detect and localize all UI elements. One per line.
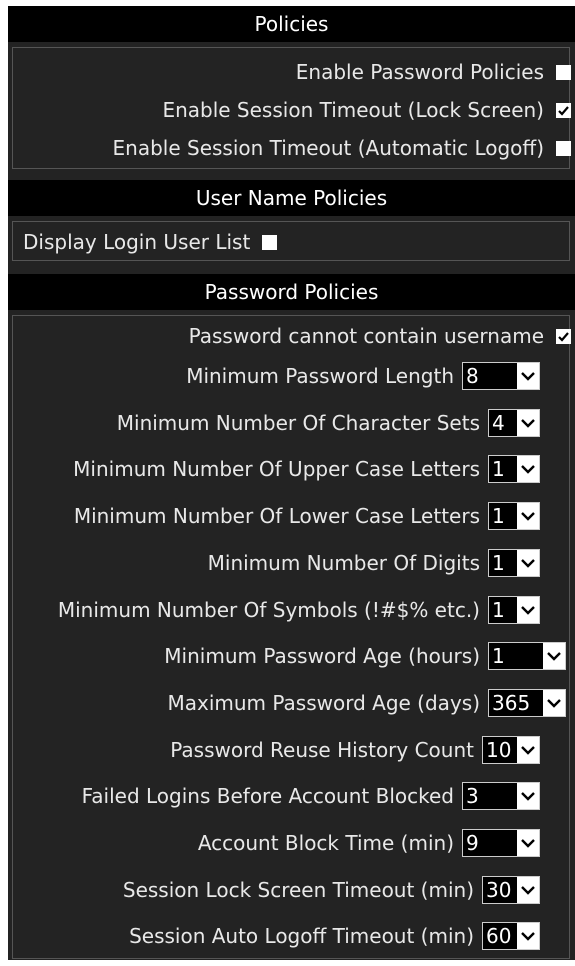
chevron-down-icon[interactable] [517,830,539,856]
password-policies-body: Password cannot contain username Minimum… [12,315,571,959]
password-policies-title: Password Policies [204,280,379,304]
no-username-label: Password cannot contain username [188,324,544,348]
chevron-down-icon[interactable] [517,737,539,763]
enable-auto-logoff-row: Enable Session Timeout (Automatic Logoff… [13,128,575,168]
password-policy-label: Minimum Password Length [186,364,454,388]
password-policy-label: Minimum Number Of Character Sets [116,411,480,435]
password-policy-select[interactable]: 1 [488,502,540,530]
enable-password-policies-label: Enable Password Policies [295,60,544,84]
password-policy-row: Minimum Number Of Digits 1 [13,543,571,583]
password-policy-select[interactable]: 30 [482,876,540,904]
select-value: 1 [489,643,543,669]
password-policy-label: Password Reuse History Count [170,738,474,762]
password-policy-row: Failed Logins Before Account Blocked 3 [13,776,571,816]
password-policy-row: Minimum Password Length 8 [13,356,571,396]
no-username-row: Password cannot contain username [13,316,575,356]
password-policy-label: Maximum Password Age (days) [167,691,480,715]
chevron-down-icon[interactable] [517,550,539,576]
password-policy-row: Minimum Number Of Character Sets 4 [13,403,571,443]
select-value: 1 [489,550,517,576]
chevron-down-icon[interactable] [517,456,539,482]
chevron-down-icon[interactable] [517,783,539,809]
policies-section: Policies Enable Password Policies Enable… [8,6,575,172]
password-policy-row: Minimum Number Of Symbols (!#$% etc.) 1 [13,590,571,630]
enable-auto-logoff-label: Enable Session Timeout (Automatic Logoff… [112,136,544,160]
select-value: 365 [489,690,543,716]
password-policy-label: Minimum Number Of Digits [207,551,480,575]
select-value: 30 [483,877,517,903]
display-login-user-list-checkbox[interactable] [262,234,278,250]
password-policy-label: Minimum Number Of Upper Case Letters [73,457,480,481]
checkmark-icon [558,331,569,342]
select-value: 1 [489,456,517,482]
policies-header: Policies [8,6,575,42]
password-policy-row: Minimum Password Age (hours) 1 [13,636,571,676]
password-policy-label: Session Lock Screen Timeout (min) [122,878,474,902]
select-value: 4 [489,410,517,436]
password-policy-row: Account Block Time (min) 9 [13,823,571,863]
chevron-down-icon[interactable] [543,643,565,669]
password-policy-select[interactable]: 1 [488,455,540,483]
chevron-down-icon[interactable] [517,503,539,529]
enable-lock-screen-row: Enable Session Timeout (Lock Screen) [13,90,575,130]
password-policy-select[interactable]: 9 [462,829,540,857]
password-policy-label: Account Block Time (min) [197,831,454,855]
enable-password-policies-checkbox[interactable] [556,64,571,80]
user-name-policies-header: User Name Policies [8,180,575,216]
user-name-policies-section: User Name Policies Display Login User Li… [8,180,575,262]
password-policy-label: Minimum Number Of Symbols (!#$% etc.) [57,598,480,622]
password-policy-select[interactable]: 3 [462,782,540,810]
user-name-policies-title: User Name Policies [195,186,388,210]
chevron-down-icon[interactable] [517,363,539,389]
enable-auto-logoff-checkbox[interactable] [556,140,571,156]
display-login-user-list-label: Display Login User List [23,230,251,254]
chevron-down-icon[interactable] [517,410,539,436]
password-policy-select[interactable]: 4 [488,409,540,437]
chevron-down-icon[interactable] [517,923,539,949]
password-policy-label: Session Auto Logoff Timeout (min) [129,924,474,948]
select-value: 1 [489,597,517,623]
chevron-down-icon[interactable] [543,690,565,716]
password-policy-select[interactable]: 8 [462,362,540,390]
password-policy-label: Failed Logins Before Account Blocked [81,784,454,808]
password-policy-row: Session Lock Screen Timeout (min) 30 [13,870,571,910]
select-value: 9 [463,830,517,856]
chevron-down-icon[interactable] [517,597,539,623]
password-policy-select[interactable]: 1 [488,549,540,577]
password-policy-row: Session Auto Logoff Timeout (min) 60 [13,916,571,956]
select-value: 60 [483,923,517,949]
password-policy-select[interactable]: 1 [488,642,566,670]
password-policy-row: Password Reuse History Count 10 [13,730,571,770]
no-username-checkbox[interactable] [556,328,571,344]
password-policies-section: Password Policies Password cannot contai… [8,274,575,960]
user-name-policies-body: Display Login User List [12,221,570,261]
password-policy-row: Minimum Number Of Lower Case Letters 1 [13,496,571,536]
select-value: 1 [489,503,517,529]
password-policy-label: Minimum Number Of Lower Case Letters [73,504,480,528]
password-policy-select[interactable]: 1 [488,596,540,624]
display-login-user-list-row: Display Login User List [13,222,575,262]
policies-body: Enable Password Policies Enable Session … [12,47,571,169]
password-policy-row: Minimum Number Of Upper Case Letters 1 [13,449,571,489]
enable-password-policies-row: Enable Password Policies [13,52,575,92]
select-value: 10 [483,737,517,763]
enable-lock-screen-label: Enable Session Timeout (Lock Screen) [162,98,544,122]
password-policy-select[interactable]: 10 [482,736,540,764]
password-policies-header: Password Policies [8,274,575,310]
select-value: 8 [463,363,517,389]
select-value: 3 [463,783,517,809]
password-policy-select[interactable]: 60 [482,922,540,950]
checkmark-icon [558,105,569,116]
password-policy-select[interactable]: 365 [488,689,566,717]
password-policy-label: Minimum Password Age (hours) [164,644,480,668]
policies-title: Policies [254,12,329,36]
password-policy-row: Maximum Password Age (days) 365 [13,683,571,723]
enable-lock-screen-checkbox[interactable] [556,102,571,118]
chevron-down-icon[interactable] [517,877,539,903]
